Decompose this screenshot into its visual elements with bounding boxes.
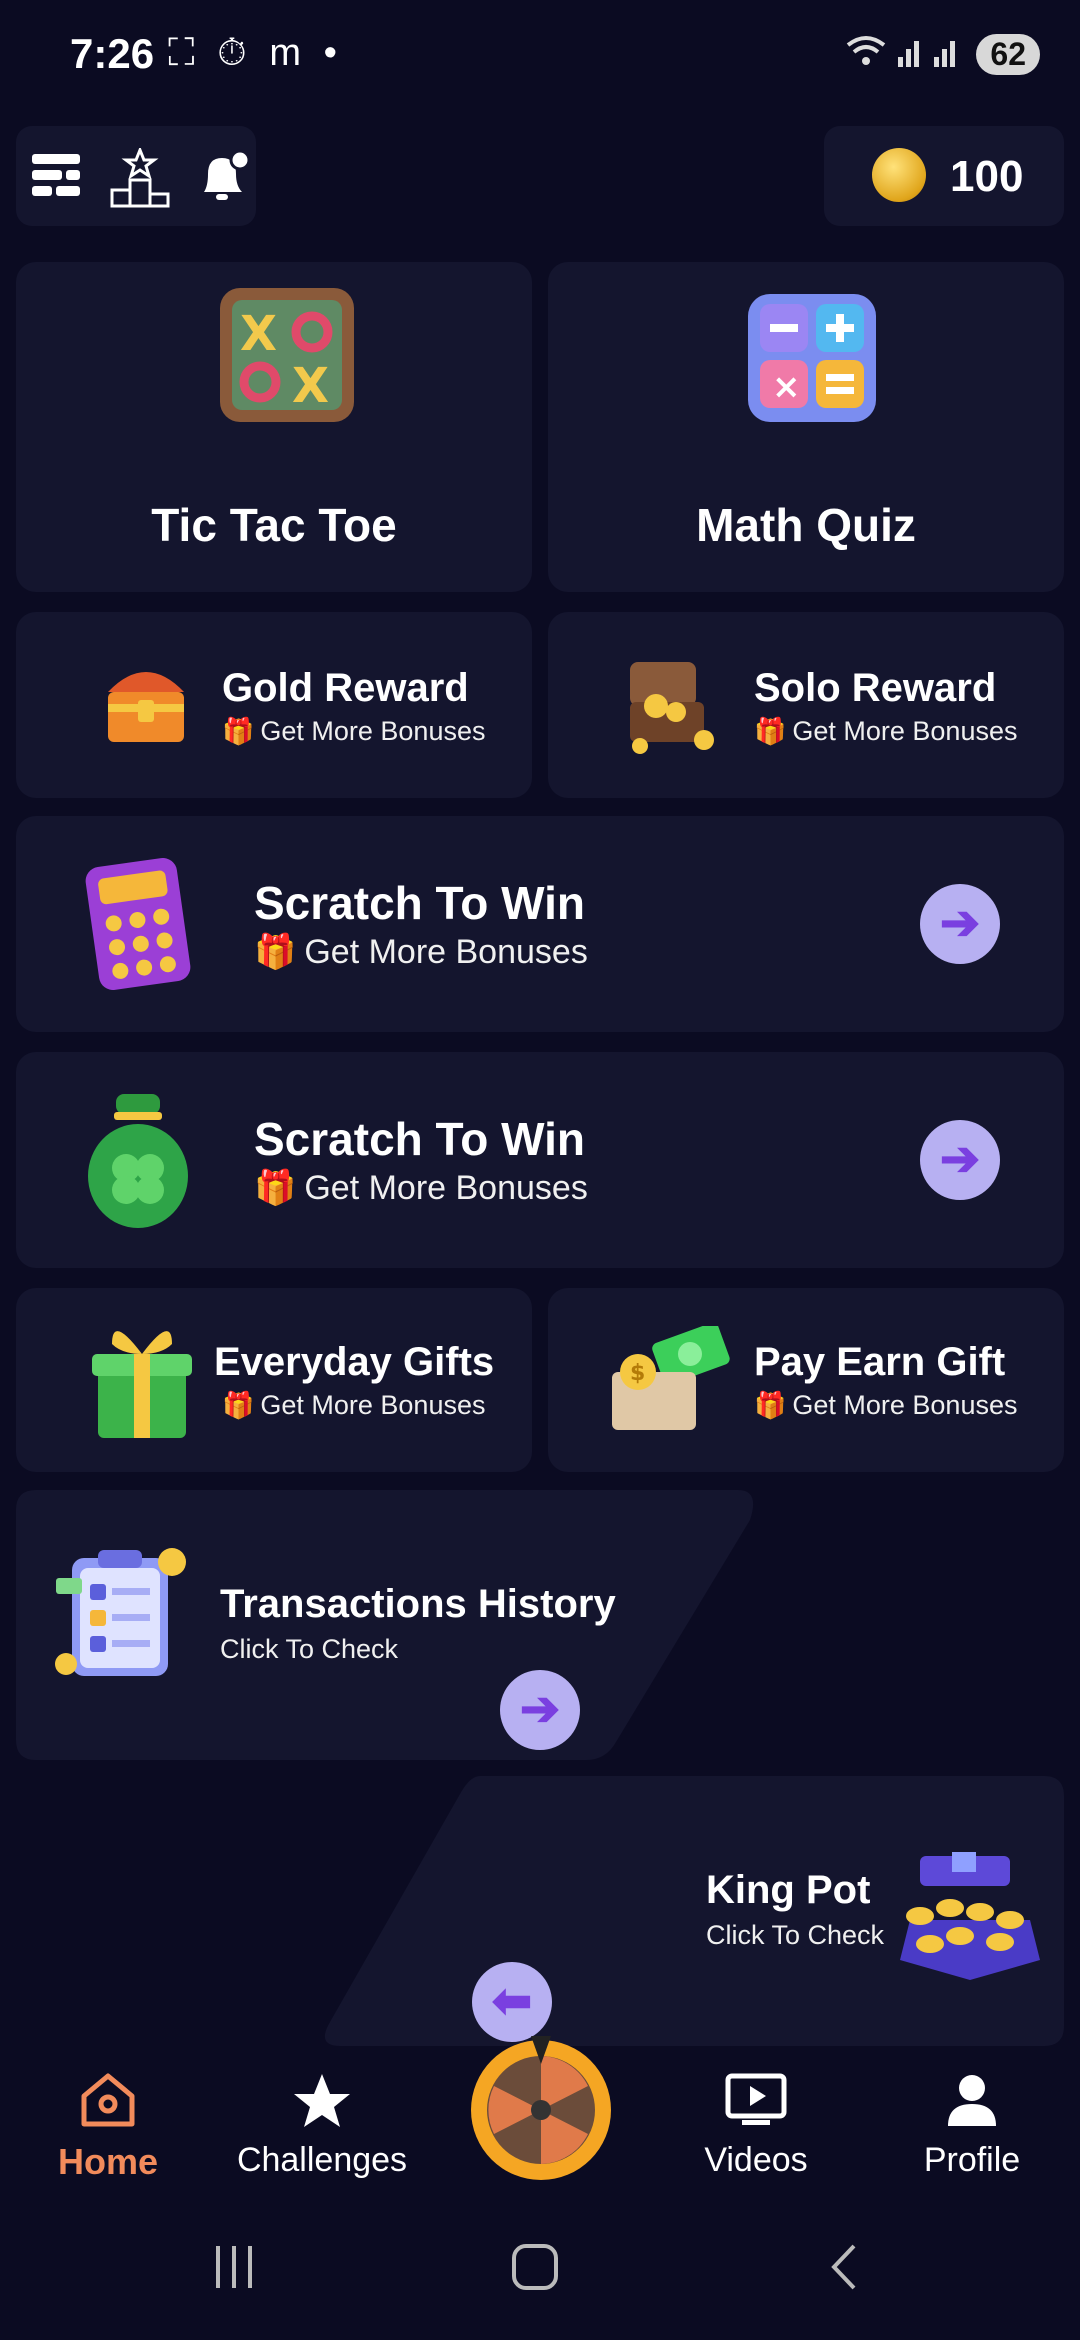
nav-home[interactable]: Home — [18, 2070, 198, 2183]
solo-reward-subtitle: Get More Bonuses — [792, 716, 1018, 746]
back-button-icon[interactable] — [820, 2242, 870, 2297]
everyday-gifts-title: Everyday Gifts — [214, 1340, 495, 1384]
spin-wheel-icon — [471, 2036, 611, 2180]
gift-icon: 🎁 — [222, 716, 255, 746]
tic-tac-toe-icon: X X — [212, 280, 362, 435]
coin-balance[interactable]: 100 — [824, 126, 1064, 226]
gold-reward-card[interactable]: Gold Reward 🎁 Get More Bonuses — [16, 612, 532, 798]
star-icon — [294, 2074, 350, 2127]
arrow-right-icon: ➔ — [519, 1683, 561, 1736]
transactions-arrow-button[interactable]: ➔ — [500, 1670, 580, 1750]
home-button-icon[interactable] — [510, 2242, 560, 2297]
arrow-right-icon: ➔ — [939, 1133, 981, 1186]
battery-indicator: 62 — [976, 34, 1040, 75]
pay-earn-gift-subtitle: Get More Bonuses — [792, 1390, 1018, 1420]
nav-videos-label: Videos — [704, 2141, 808, 2179]
math-quiz-title: Math Quiz — [696, 499, 916, 551]
transactions-history-subtitle: Click To Check — [220, 1634, 399, 1664]
open-chest-icon — [616, 656, 726, 761]
status-right: 62 — [846, 34, 1040, 75]
status-time: 7:26 — [70, 30, 155, 77]
clover-bag-icon — [78, 1090, 198, 1235]
coin-balance-value: 100 — [950, 152, 1024, 201]
scratch-to-win-title-1: Scratch To Win — [254, 877, 585, 929]
nav-spin-wheel[interactable] — [466, 2030, 616, 2180]
gift-icon: 🎁 — [754, 716, 787, 746]
clipboard-list-icon — [50, 1540, 200, 1695]
transactions-history-title: Transactions History — [220, 1582, 616, 1626]
top-actions — [16, 126, 256, 226]
solo-reward-card[interactable]: Solo Reward 🎁 Get More Bonuses — [548, 612, 1064, 798]
gold-reward-title: Gold Reward — [222, 666, 469, 710]
scratch-to-win-card-2[interactable]: Scratch To Win 🎁 Get More Bonuses ➔ — [16, 1052, 1064, 1268]
scratch-to-win-arrow-button-1[interactable]: ➔ — [920, 884, 1000, 964]
arrow-right-icon: ➔ — [939, 897, 981, 950]
money-box-icon: $ — [604, 1322, 734, 1441]
scratch-to-win-card-1[interactable]: Scratch To Win 🎁 Get More Bonuses ➔ — [16, 816, 1064, 1032]
king-pot-card[interactable]: King Pot Click To Check — [320, 1776, 1064, 2046]
gift-box-icon — [82, 1314, 202, 1449]
signal-icon — [896, 35, 966, 75]
nav-challenges[interactable]: Challenges — [232, 2070, 412, 2180]
king-pot-title: King Pot — [706, 1868, 871, 1912]
nav-challenges-label: Challenges — [236, 2141, 408, 2179]
bell-icon[interactable] — [194, 148, 251, 204]
gift-icon: 🎁 — [254, 933, 297, 971]
recent-apps-icon[interactable] — [210, 2242, 260, 2297]
arrow-left-icon: ⬅ — [491, 1975, 533, 2028]
gift-icon: 🎁 — [754, 1390, 787, 1420]
svg-text:×: × — [772, 367, 801, 407]
nav-profile[interactable]: Profile — [882, 2070, 1062, 2180]
tic-tac-toe-title: Tic Tac Toe — [151, 499, 397, 551]
scratch-to-win-subtitle-2: Get More Bonuses — [304, 1168, 588, 1207]
king-pot-subtitle: Click To Check — [706, 1920, 885, 1950]
gift-icon: 🎁 — [254, 1169, 297, 1207]
everyday-gifts-subtitle: Get More Bonuses — [260, 1390, 486, 1420]
pay-earn-gift-title: Pay Earn Gift — [754, 1340, 1006, 1384]
nav-home-label: Home — [57, 2141, 159, 2182]
gift-icon: 🎁 — [222, 1390, 255, 1420]
treasure-chest-icon — [96, 652, 196, 757]
coin-icon — [872, 148, 926, 202]
bottom-navigation: Home Challenges Videos Profile — [0, 2036, 1080, 2200]
grid-menu-icon[interactable] — [28, 148, 84, 204]
status-notification-icons: ⛶ ⏱ m • — [168, 32, 343, 74]
scratch-to-win-subtitle-1: Get More Bonuses — [304, 932, 588, 971]
scratch-to-win-arrow-button-2[interactable]: ➔ — [920, 1120, 1000, 1200]
nav-videos[interactable]: Videos — [666, 2070, 846, 2180]
svg-text:X: X — [240, 306, 277, 362]
status-bar: 7:26 ⛶ ⏱ m • 62 — [0, 0, 1080, 120]
wifi-icon — [846, 35, 886, 75]
transactions-history-card[interactable]: Transactions History Click To Check ➔ — [16, 1490, 760, 1760]
svg-text:$: $ — [630, 1361, 645, 1386]
solo-reward-title: Solo Reward — [754, 666, 997, 710]
gold-reward-subtitle: Get More Bonuses — [260, 716, 486, 746]
coin-box-icon — [890, 1850, 1050, 1995]
scratch-to-win-title-2: Scratch To Win — [254, 1113, 585, 1165]
everyday-gifts-card[interactable]: Everyday Gifts 🎁 Get More Bonuses — [16, 1288, 532, 1472]
pay-earn-gift-card[interactable]: $ Pay Earn Gift 🎁 Get More Bonuses — [548, 1288, 1064, 1472]
video-icon — [725, 2073, 787, 2125]
math-quiz-icon: × — [742, 284, 882, 439]
nav-profile-label: Profile — [923, 2141, 1021, 2179]
profile-icon — [948, 2075, 996, 2126]
scratch-card-icon — [78, 854, 198, 999]
system-navigation — [0, 2220, 1080, 2340]
math-quiz-card[interactable]: × Math Quiz — [548, 262, 1064, 592]
podium-icon[interactable] — [108, 145, 170, 208]
home-icon — [81, 2073, 135, 2127]
tic-tac-toe-card[interactable]: X X Tic Tac Toe — [16, 262, 532, 592]
svg-text:X: X — [292, 358, 329, 414]
